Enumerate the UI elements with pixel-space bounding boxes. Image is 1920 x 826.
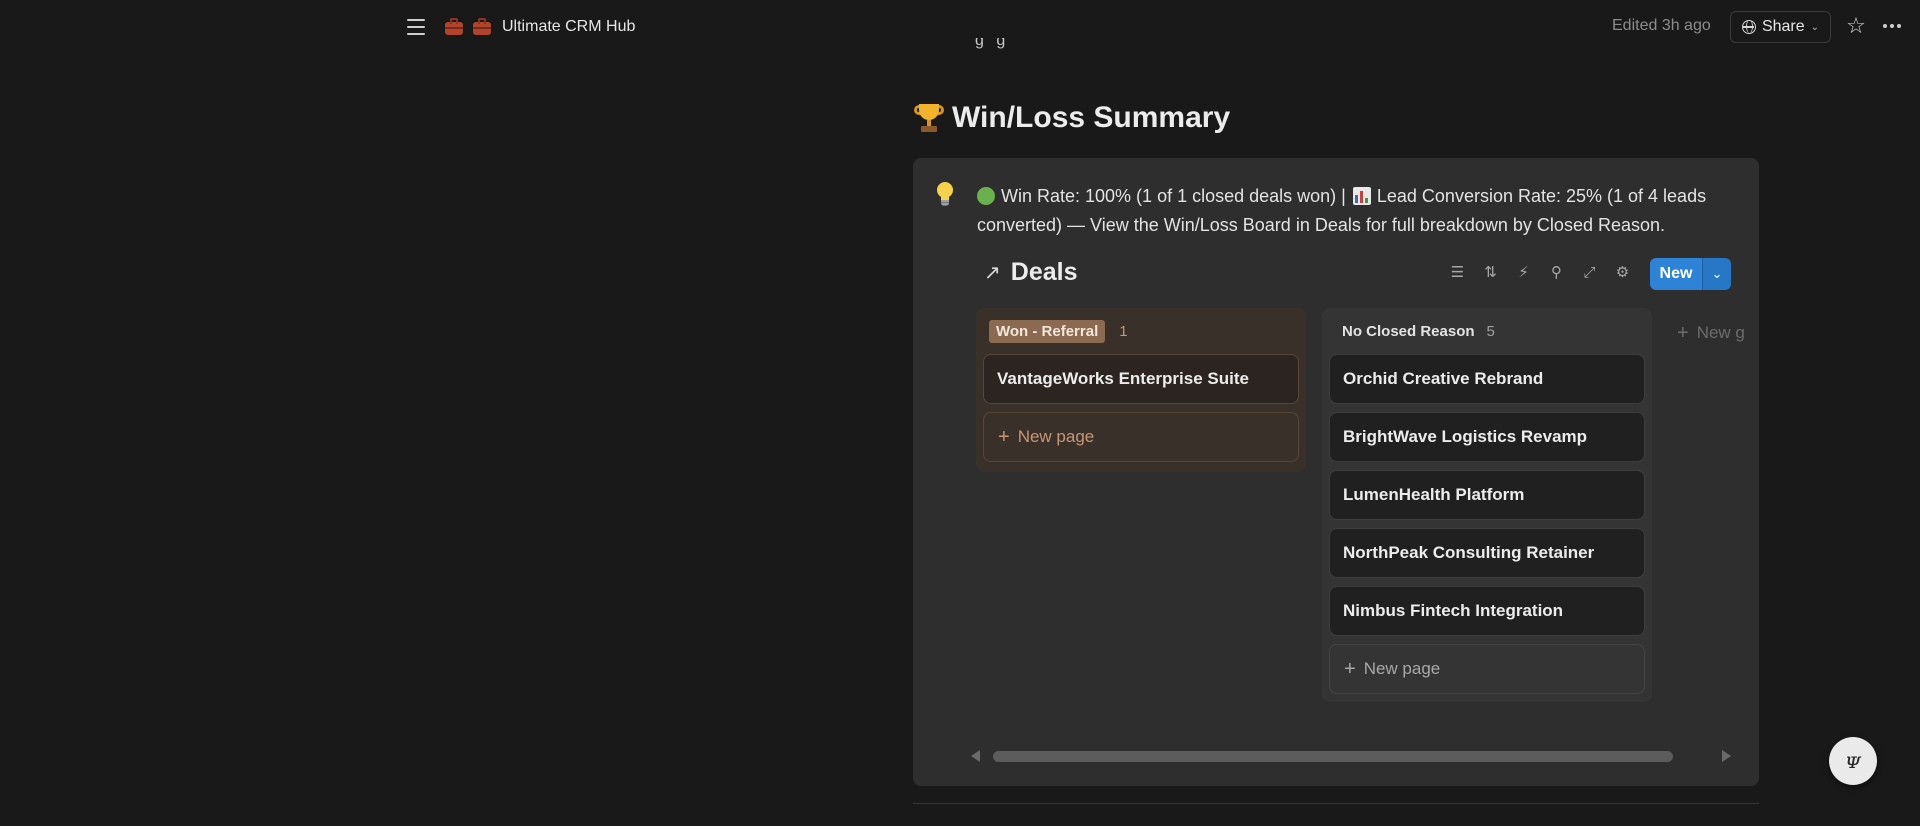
- divider: [913, 803, 1759, 804]
- star-icon[interactable]: ☆: [1842, 12, 1870, 40]
- chevron-down-icon: ⌄: [1810, 21, 1820, 33]
- page-title: Ultimate CRM Hub: [502, 18, 636, 35]
- board-column-no-closed-reason: No Closed Reason 5 Orchid Creative Rebra…: [1322, 308, 1652, 702]
- settings-icon[interactable]: ⚙: [1606, 258, 1639, 286]
- scroll-right-icon[interactable]: [1722, 750, 1731, 762]
- sort-icon[interactable]: ⇅: [1474, 258, 1507, 286]
- new-group-label: New g: [1696, 323, 1745, 342]
- scrollbar-thumb[interactable]: [993, 751, 1673, 762]
- arrow-link-icon: ↗: [984, 262, 1001, 284]
- column-header[interactable]: Won - Referral 1: [983, 308, 1299, 354]
- section-heading: Win/Loss Summary: [914, 101, 1230, 135]
- clipped-text: g g: [975, 38, 1010, 49]
- board-title[interactable]: ↗ Deals: [984, 258, 1077, 287]
- menu-icon[interactable]: [402, 14, 430, 40]
- scroll-left-icon[interactable]: [971, 750, 980, 762]
- board-title-text: Deals: [1010, 258, 1078, 286]
- board-card[interactable]: LumenHealth Platform: [1329, 470, 1645, 520]
- plus-icon: +: [1344, 657, 1356, 680]
- expand-icon[interactable]: ⤢: [1573, 258, 1606, 286]
- share-label: Share: [1761, 18, 1805, 35]
- green-circle-icon: [977, 187, 995, 205]
- heading-text: Win/Loss Summary: [952, 101, 1231, 134]
- column-header[interactable]: No Closed Reason 5: [1329, 308, 1645, 354]
- board-card[interactable]: Nimbus Fintech Integration: [1329, 586, 1645, 636]
- briefcase-icon: [444, 18, 464, 36]
- board-card[interactable]: BrightWave Logistics Revamp: [1329, 412, 1645, 462]
- bar-chart-icon: [1352, 187, 1371, 205]
- callout-text[interactable]: Win Rate: 100% (1 of 1 closed deals won)…: [977, 182, 1737, 240]
- board-card[interactable]: VantageWorks Enterprise Suite: [983, 354, 1299, 404]
- lightning-icon[interactable]: ⚡: [1507, 258, 1540, 286]
- edited-timestamp[interactable]: Edited 3h ago: [1612, 17, 1711, 35]
- new-page-label: New page: [1017, 427, 1095, 446]
- board-card[interactable]: Orchid Creative Rebrand: [1329, 354, 1645, 404]
- share-button[interactable]: Share ⌄: [1730, 11, 1831, 43]
- new-group-button[interactable]: + New g: [1677, 318, 1753, 348]
- plus-icon: +: [1677, 321, 1689, 344]
- column-tag: No Closed Reason: [1342, 322, 1475, 340]
- top-bar: Ultimate CRM Hub Edited 3h ago Share ⌄ ☆: [0, 0, 1920, 54]
- trophy-icon: [914, 102, 944, 134]
- horizontal-scrollbar[interactable]: [971, 748, 1731, 764]
- breadcrumb[interactable]: Ultimate CRM Hub: [444, 14, 635, 40]
- plus-icon: +: [998, 425, 1010, 448]
- board-card[interactable]: NorthPeak Consulting Retainer: [1329, 528, 1645, 578]
- new-page-button[interactable]: + New page: [1329, 644, 1645, 694]
- board-column-won-referral: Won - Referral 1 VantageWorks Enterprise…: [976, 308, 1306, 472]
- new-button-group: New ⌄: [1650, 258, 1731, 290]
- column-count: 5: [1486, 322, 1495, 340]
- chevron-down-icon[interactable]: ⌄: [1702, 258, 1731, 290]
- column-tag: Won - Referral: [989, 319, 1106, 343]
- column-count: 1: [1119, 322, 1128, 340]
- board-toolbar: ☰ ⇅ ⚡ ⚲ ⤢ ⚙: [1441, 258, 1639, 286]
- new-button[interactable]: New: [1650, 258, 1702, 290]
- search-icon[interactable]: ⚲: [1540, 258, 1573, 286]
- help-icon[interactable]: ᴪ: [1829, 737, 1877, 785]
- lightbulb-icon: [935, 182, 955, 208]
- more-icon[interactable]: [1878, 12, 1906, 40]
- new-page-button[interactable]: + New page: [983, 412, 1299, 462]
- win-rate-text: Win Rate: 100% (1 of 1 closed deals won)…: [1001, 186, 1346, 206]
- briefcase-icon: [472, 18, 492, 36]
- filter-icon[interactable]: ☰: [1441, 258, 1474, 286]
- callout-block: Win Rate: 100% (1 of 1 closed deals won)…: [913, 158, 1759, 786]
- globe-icon: [1741, 20, 1756, 34]
- new-page-label: New page: [1363, 659, 1441, 678]
